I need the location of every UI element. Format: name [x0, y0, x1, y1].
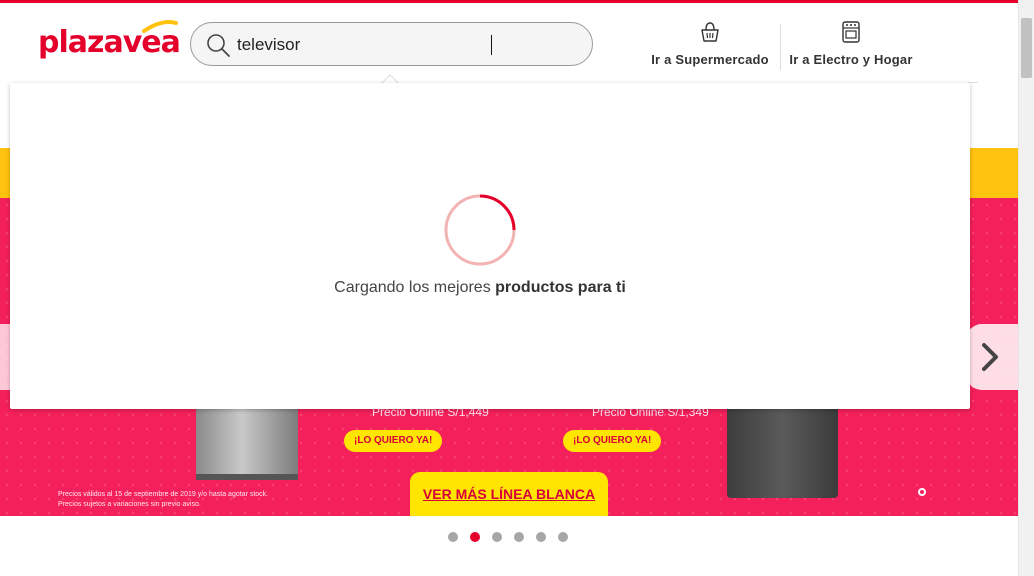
carousel-dot-active[interactable]	[470, 532, 480, 542]
nav-electro-link[interactable]: Ir a Electro y Hogar	[788, 20, 914, 67]
nav-divider	[780, 24, 781, 70]
loading-text-bold: productos para ti	[495, 279, 626, 296]
scrollbar-thumb[interactable]	[1021, 18, 1032, 78]
carousel-dot[interactable]	[448, 532, 458, 542]
nav-supermercado-link[interactable]: Ir a Supermercado	[650, 20, 770, 67]
search-icon[interactable]	[205, 32, 231, 58]
page-scrollbar[interactable]	[1018, 0, 1034, 576]
carousel-dots	[448, 532, 578, 544]
carousel-dot[interactable]	[514, 532, 524, 542]
basket-icon	[701, 22, 719, 42]
loading-message: Cargando los mejores productos para ti	[10, 279, 950, 297]
search-box[interactable]	[190, 22, 593, 66]
buy-now-button-2[interactable]: ¡LO QUIERO YA!	[563, 430, 662, 452]
carousel-next-button[interactable]	[966, 324, 1018, 390]
nav-supermercado-label: Ir a Supermercado	[651, 52, 769, 67]
disclaimer-line-1: Precios válidos al 15 de septiembre de 2…	[58, 491, 269, 498]
header: plazavea Ir a Supermercado Ir a Electro …	[0, 3, 1018, 83]
logo-wordmark: plazavea	[38, 25, 181, 60]
hero-indicator-ring	[918, 488, 926, 496]
search-input[interactable]	[237, 34, 577, 56]
washer-dark-image	[727, 398, 838, 498]
see-more-button[interactable]: VER MÁS LÍNEA BLANCA	[410, 472, 608, 516]
disclaimer-text: Precios válidos al 15 de septiembre de 2…	[58, 490, 318, 510]
text-caret	[491, 35, 492, 55]
buy-now-button-1[interactable]: ¡LO QUIERO YA!	[344, 430, 443, 452]
loading-spinner-icon	[444, 194, 516, 266]
carousel-dot[interactable]	[492, 532, 502, 542]
nav-electro-label: Ir a Electro y Hogar	[789, 52, 913, 67]
plazavea-logo[interactable]: plazavea	[38, 17, 181, 67]
chevron-right-icon	[982, 343, 998, 371]
loading-text-regular: Cargando los mejores	[334, 279, 496, 296]
carousel-dot[interactable]	[558, 532, 568, 542]
washer-image	[196, 398, 298, 480]
carousel-dot[interactable]	[536, 532, 546, 542]
stove-icon	[842, 21, 860, 43]
disclaimer-line-2: Precios sujetos a variaciones sin previo…	[58, 501, 201, 508]
search-results-dropdown: Cargando los mejores productos para ti	[10, 83, 970, 409]
